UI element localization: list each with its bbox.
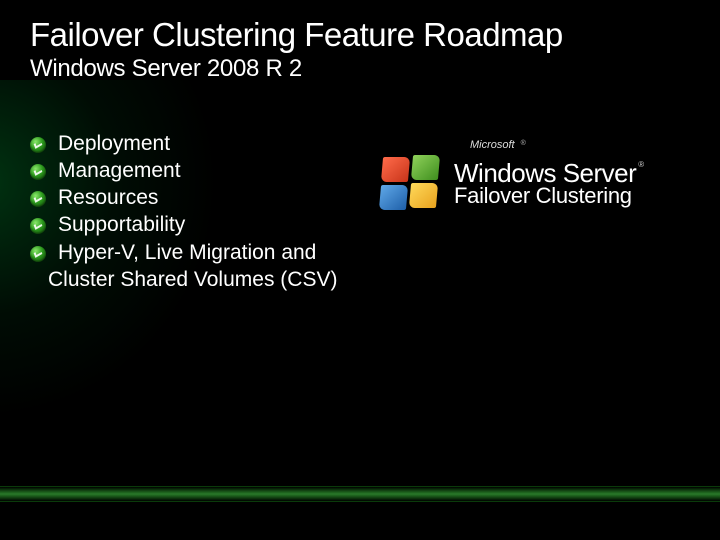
bullet-icon <box>30 191 46 207</box>
trademark: ® <box>638 160 643 169</box>
bullet-item: Hyper-V, Live Migration and <box>30 240 370 266</box>
footer-divider <box>0 486 720 502</box>
flag-pane-yellow <box>409 183 438 208</box>
windows-server-row: Windows Server® Failover Clustering <box>380 155 644 213</box>
bullet-icon <box>30 218 46 234</box>
bullet-text: Supportability <box>58 212 185 238</box>
bullet-icon <box>30 164 46 180</box>
bullet-text: Management <box>58 158 181 184</box>
windows-server-line1: Windows Server® <box>454 161 644 185</box>
slide-subtitle: Windows Server 2008 R 2 <box>30 55 690 83</box>
flag-pane-red <box>381 157 410 182</box>
slide: Failover Clustering Feature Roadmap Wind… <box>0 0 720 540</box>
bullet-item: Management <box>30 158 370 184</box>
microsoft-label: Microsoft ® <box>470 139 526 151</box>
bullet-item: Deployment <box>30 131 370 157</box>
bullet-item: Resources <box>30 185 370 211</box>
registered-mark: ® <box>521 140 526 147</box>
bullet-text: Deployment <box>58 131 170 157</box>
content-area: Deployment Management Resources Supporta… <box>30 131 690 294</box>
bullet-continuation: Cluster Shared Volumes (CSV) <box>48 267 370 293</box>
microsoft-text: Microsoft <box>470 139 515 151</box>
product-name: Failover Clustering <box>454 186 644 207</box>
windows-server-text: Windows Server® Failover Clustering <box>454 161 644 206</box>
bullet-item: Supportability <box>30 212 370 238</box>
flag-pane-blue <box>379 185 408 210</box>
bullet-icon <box>30 137 46 153</box>
bullet-text: Resources <box>58 185 158 211</box>
bullet-text: Hyper-V, Live Migration and <box>58 240 316 266</box>
bullet-icon <box>30 246 46 262</box>
slide-title: Failover Clustering Feature Roadmap <box>30 18 690 53</box>
product-logo: Microsoft ® Windows Server® Failover Clu… <box>380 131 700 213</box>
windows-flag-icon <box>380 155 442 213</box>
flag-pane-green <box>411 155 440 180</box>
bullet-list: Deployment Management Resources Supporta… <box>30 131 370 294</box>
